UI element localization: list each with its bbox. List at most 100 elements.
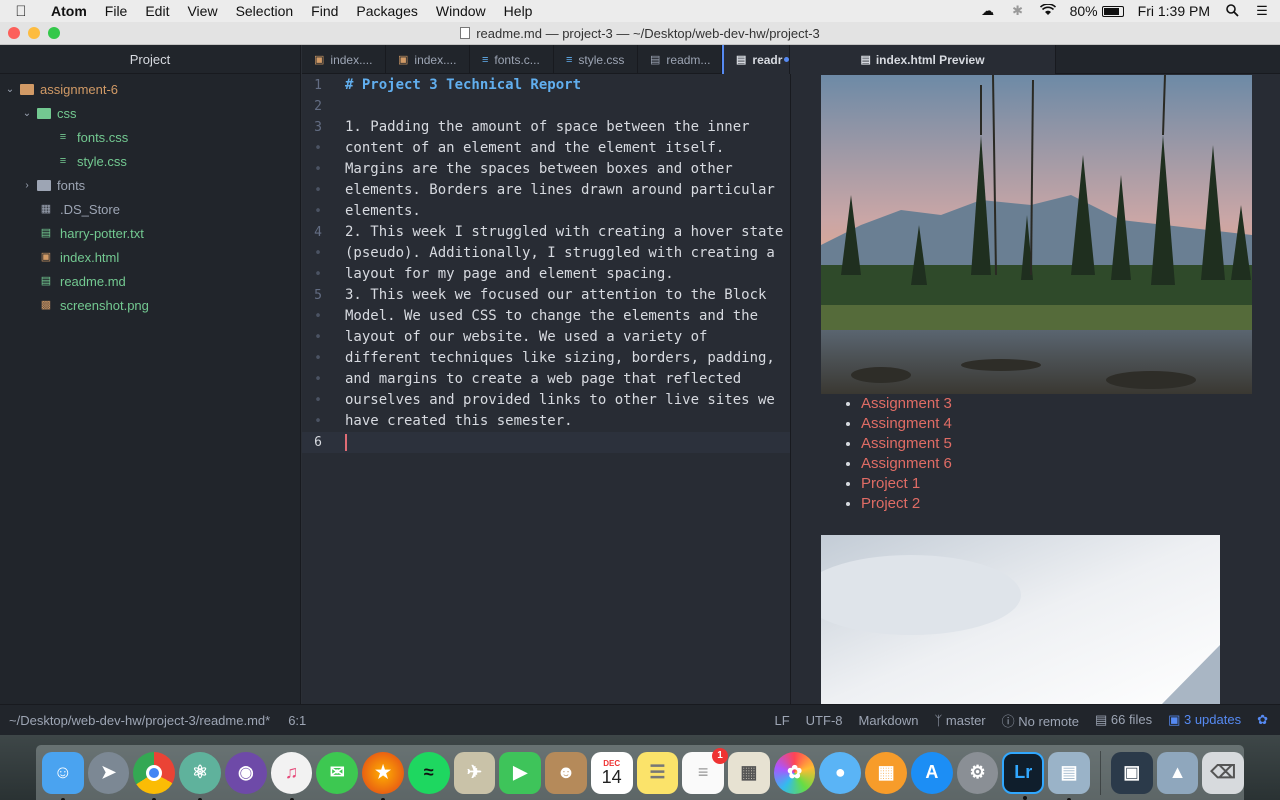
tree-item-fonts-folder[interactable]: › fonts [0,173,300,197]
reminders-icon[interactable]: ≡ 1 [682,747,729,794]
text-editor[interactable]: 1 # Project 3 Technical Report 2 3 1. Paddin… [302,74,790,704]
notes-icon[interactable]: ☰ [636,751,679,794]
line-number: • [314,330,322,345]
creative-cloud-icon[interactable]: ☁ [980,4,996,18]
tree-item-screenshot-png[interactable]: ▩ screenshot.png [0,293,300,317]
editor-line[interactable]: • Margins are the spaces between boxes an… [302,159,790,180]
launchpad-icon[interactable]: ➤ [87,751,130,794]
ibooks-icon[interactable]: ▦ [865,751,907,794]
tree-item-style-css[interactable]: ≡ style.css [0,149,300,173]
editor-line[interactable]: • (pseudo). Additionally, I struggled wit… [302,243,790,264]
editor-line[interactable]: • and margins to create a web page that r… [302,369,790,390]
battery-icon[interactable] [1101,5,1124,17]
chrome-icon[interactable] [133,751,176,800]
lightroom-window-thumbnail[interactable]: ▣ [1110,751,1153,794]
close-window-button[interactable] [8,27,20,39]
preview-link-assignment-3[interactable]: Assignment 3 [861,394,952,414]
itunes-icon[interactable]: ♫ [270,751,313,800]
line-ending[interactable]: LF [775,713,790,728]
editor-line[interactable]: 1 # Project 3 Technical Report [302,75,790,96]
tab-readme-md[interactable]: ▤ readm... [638,45,722,74]
editor-line[interactable]: 4 2. This week I struggled with creating … [302,222,790,243]
editor-line[interactable]: • layout of our website. We used a variet… [302,327,790,348]
grammar[interactable]: Markdown [859,713,919,728]
git-remote[interactable]: ⓘ No remote [1002,711,1079,730]
menu-selection[interactable]: Selection [227,3,303,19]
tab-readme-md-active[interactable]: ▤ readr [722,45,790,74]
messages-bubble-icon[interactable]: ● [819,751,862,794]
menu-file[interactable]: File [96,3,137,19]
menu-edit[interactable]: Edit [136,3,178,19]
editor-line[interactable]: • content of an element and the element i… [302,138,790,159]
git-branch[interactable]: ᛉ master [934,713,985,728]
photos-icon[interactable]: ✿ [773,751,816,794]
lightroom-icon[interactable]: Lr [1002,751,1045,800]
wifi-icon[interactable] [1039,3,1056,18]
editor-line[interactable]: • elements. [302,201,790,222]
tree-item-fonts-css[interactable]: ≡ fonts.css [0,125,300,149]
menu-find[interactable]: Find [302,3,347,19]
image-capture-icon[interactable]: ▤ [1048,751,1090,800]
github-desktop-icon[interactable]: ◉ [224,751,267,794]
tab-style-css[interactable]: ≡ style.css [554,45,638,74]
editor-line[interactable]: • different techniques like sizing, borde… [302,348,790,369]
menu-window[interactable]: Window [427,3,495,19]
editor-line[interactable]: • ourselves and provided links to other l… [302,390,790,411]
editor-line[interactable]: • Model. We used CSS to change the elemen… [302,306,790,327]
spotify-icon[interactable]: ≈ [407,751,450,794]
firefox-icon[interactable]: ★ [362,751,404,800]
minimize-window-button[interactable] [28,27,40,39]
menu-help[interactable]: Help [495,3,542,19]
editor-line[interactable]: • elements. Borders are lines drawn aroun… [302,180,790,201]
file-path[interactable]: ~/Desktop/web-dev-hw/project-3/readme.md… [9,713,270,728]
system-preferences-icon[interactable]: ⚙ [956,751,999,794]
file-count-label: 66 files [1110,712,1153,727]
editor-line[interactable]: 5 3. This week we focused our attention t… [302,285,790,306]
cursor-position[interactable]: 6:1 [288,713,306,728]
preview-link-assignment-4[interactable]: Assingment 4 [861,414,952,434]
menu-app-name[interactable]: Atom [42,3,96,19]
tree-item-harry-potter-txt[interactable]: ▤ harry-potter.txt [0,221,300,245]
menu-view[interactable]: View [178,3,226,19]
package-updates[interactable]: ▣ 3 updates [1168,712,1241,728]
zoom-window-button[interactable] [48,27,60,39]
messages-icon[interactable]: ✉ [316,751,359,794]
tab-fonts-css[interactable]: ≡ fonts.c... [470,45,554,74]
contacts-icon[interactable]: ☻ [545,751,587,794]
preview-app-icon[interactable]: ▦ [728,751,770,794]
tab-index-html-2[interactable]: ▣ index.... [386,45,470,74]
calendar-icon[interactable]: DEC 14 [590,751,633,794]
editor-line[interactable]: 3 1. Padding the amount of space between … [302,117,790,138]
tab-index-html-1[interactable]: ▣ index.... [302,45,386,74]
apple-icon[interactable]:  [0,3,42,20]
menu-packages[interactable]: Packages [347,3,426,19]
tree-item-readme-md[interactable]: ▤ readme.md [0,269,300,293]
editor-line[interactable]: • have created this semester. [302,411,790,432]
tree-item-root[interactable]: ⌄ assignment-6 [0,77,300,101]
tab-preview[interactable]: ▤ index.html Preview [790,45,1056,74]
finder-icon[interactable]: ☺ [42,751,84,800]
desktop-image-thumbnail[interactable]: ▲ [1156,751,1199,794]
preview-link-project-2[interactable]: Project 2 [861,494,952,514]
preview-link-project-1[interactable]: Project 1 [861,474,952,494]
editor-line[interactable]: 6 [302,432,790,453]
mail-icon[interactable]: ✈ [453,751,496,794]
atom-icon[interactable]: ⚛ [179,751,221,800]
tree-item-index-html[interactable]: ▣ index.html [0,245,300,269]
preview-link-assignment-6[interactable]: Assignment 6 [861,454,952,474]
notification-center-icon[interactable]: ☰ [1254,4,1270,18]
editor-line[interactable]: • layout for my page and element spacing. [302,264,790,285]
app-store-icon[interactable]: A [910,751,953,794]
clock[interactable]: Fri 1:39 PM [1138,3,1210,19]
file-count[interactable]: ▤ 66 files [1095,712,1152,728]
spotlight-search-icon[interactable] [1224,4,1240,18]
trash-icon[interactable]: ⌫ [1202,751,1245,794]
editor-line[interactable]: 2 [302,96,790,117]
tree-item-css-folder[interactable]: ⌄ css [0,101,300,125]
encoding[interactable]: UTF-8 [806,713,843,728]
tree-item-ds-store[interactable]: ▦ .DS_Store [0,197,300,221]
facetime-icon[interactable]: ▶ [499,751,542,794]
bluetooth-icon[interactable]: ✱ [1010,4,1026,18]
preview-link-assignment-5[interactable]: Assingment 5 [861,434,952,454]
squirrel-icon[interactable]: ✿ [1257,712,1268,728]
